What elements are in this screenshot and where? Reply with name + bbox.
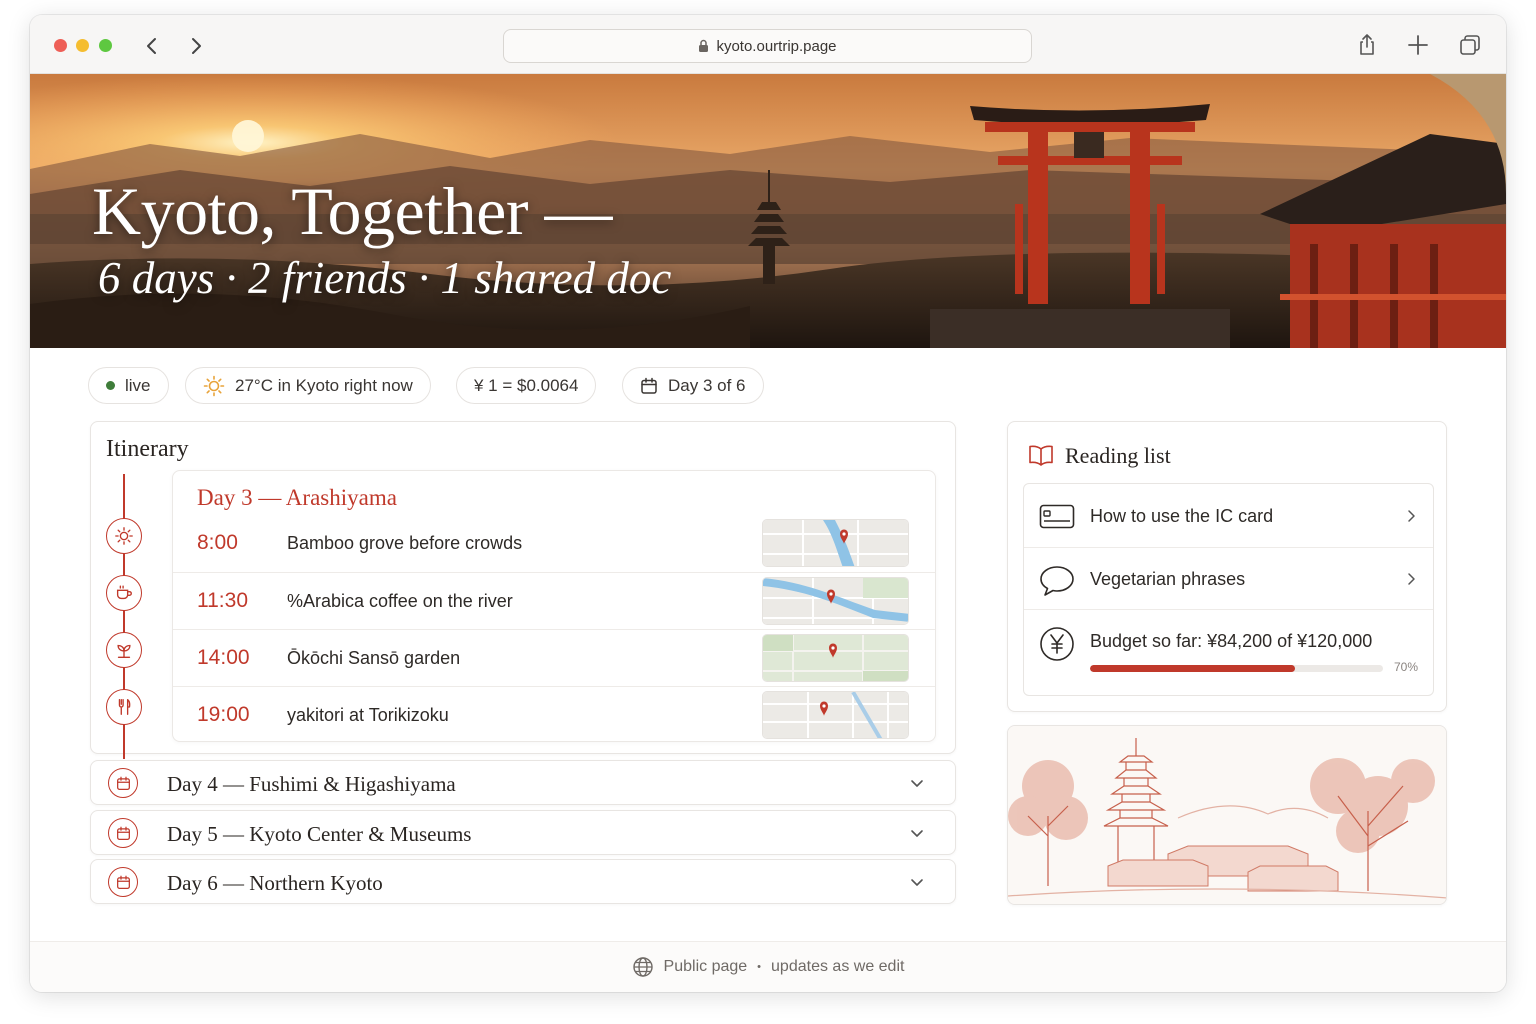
chevron-down-icon[interactable] (909, 874, 925, 890)
card-icon (1039, 504, 1075, 529)
tab-overview-icon[interactable] (1457, 32, 1483, 58)
itinerary-card: Itinerary Day 3 — Arashiyama 8:00 Bamboo… (90, 421, 956, 759)
day-6-row[interactable]: Day 6 — Northern Kyoto (90, 859, 956, 904)
itinerary-row[interactable]: 14:00 Ōkōchi Sansō garden (173, 629, 935, 686)
footer-updates-label: updates as we edit (771, 958, 905, 975)
chevron-down-icon[interactable] (909, 775, 925, 791)
hero-title: Kyoto, Together — (92, 173, 612, 249)
currency-chip: ¥ 1 = $0.0064 (456, 367, 597, 404)
itinerary-row[interactable]: 8:00 Bamboo grove before crowds (173, 515, 935, 572)
sun-icon (203, 375, 225, 396)
close-window-button[interactable] (54, 39, 67, 52)
reading-list-item[interactable]: Vegetarian phrases (1024, 548, 1433, 610)
hero-subtitle: 6 days · 2 friends · 1 shared doc (98, 253, 672, 303)
day-4-row[interactable]: Day 4 — Fushimi & Higashiyama (90, 760, 956, 805)
chevron-right-icon[interactable] (1405, 572, 1417, 586)
live-chip: live (88, 367, 169, 404)
day-3-heading: Day 3 — Arashiyama (197, 485, 397, 510)
day-progress-chip: Day 3 of 6 (622, 367, 764, 404)
reading-item-label: How to use the IC card (1090, 506, 1274, 526)
currency-label: ¥ 1 = $0.0064 (474, 375, 579, 395)
day-label: Day 4 — Fushimi & Higashiyama (167, 772, 456, 796)
itinerary-time: 8:00 (197, 531, 238, 554)
address-bar[interactable]: kyoto.ourtrip.page (503, 29, 1032, 63)
itinerary-desc: %Arabica coffee on the river (287, 591, 513, 611)
address-url: kyoto.ourtrip.page (716, 37, 837, 55)
browser-toolbar: kyoto.ourtrip.page (30, 15, 1506, 74)
budget-item: Budget so far: ¥84,200 of ¥120,000 70% (1024, 610, 1433, 696)
weather-label: 27°C in Kyoto right now (235, 375, 413, 395)
map-thumbnail[interactable] (762, 691, 909, 739)
day-label: Day 6 — Northern Kyoto (167, 871, 383, 895)
itinerary-row[interactable]: 11:30 %Arabica coffee on the river (173, 572, 935, 629)
open-book-icon (1029, 445, 1053, 466)
map-thumbnail[interactable] (762, 519, 909, 567)
back-icon[interactable] (139, 33, 165, 59)
budget-progress-fill (1090, 665, 1296, 672)
reading-list-card: Reading list How to use the IC card Vege… (1007, 421, 1447, 712)
chevron-down-icon[interactable] (909, 825, 925, 841)
pagoda-sketch-image (1008, 726, 1446, 904)
day-3-panel: Day 3 — Arashiyama 8:00 Bamboo grove bef… (172, 470, 936, 742)
chat-bubble-icon (1040, 566, 1074, 596)
forward-icon[interactable] (183, 33, 209, 59)
share-icon[interactable] (1354, 32, 1380, 58)
globe-icon (632, 957, 653, 977)
reading-list-item[interactable]: How to use the IC card (1024, 484, 1433, 548)
day-label: Day 5 — Kyoto Center & Museums (167, 822, 472, 846)
weather-chip: 27°C in Kyoto right now (185, 367, 431, 404)
live-label: live (125, 375, 151, 395)
itinerary-title: Itinerary (106, 436, 189, 462)
day-5-row[interactable]: Day 5 — Kyoto Center & Museums (90, 810, 956, 855)
browser-window: kyoto.ourtrip.page Kyoto, Together — 6 d… (30, 15, 1506, 992)
timeline-sun-icon (106, 518, 142, 554)
zoom-window-button[interactable] (99, 39, 112, 52)
calendar-icon (108, 867, 138, 897)
budget-label: Budget so far: ¥84,200 of ¥120,000 (1090, 631, 1373, 651)
itinerary-time: 14:00 (197, 646, 250, 669)
itinerary-desc: yakitori at Torikizoku (287, 705, 449, 725)
itinerary-time: 11:30 (197, 589, 248, 612)
page-footer: Public page • updates as we edit (30, 941, 1506, 992)
illustration-card (1007, 725, 1447, 905)
hero-banner: Kyoto, Together — 6 days · 2 friends · 1… (30, 74, 1506, 348)
map-thumbnail[interactable] (762, 634, 909, 682)
timeline-plant-icon (106, 632, 142, 668)
itinerary-row[interactable]: 19:00 yakitori at Torikizoku (173, 686, 935, 743)
footer-separator: • (757, 961, 762, 973)
map-thumbnail[interactable] (762, 577, 909, 625)
budget-percent: 70% (1394, 660, 1419, 674)
day-progress-label: Day 3 of 6 (668, 375, 746, 395)
reading-item-label: Vegetarian phrases (1090, 569, 1246, 589)
footer-public-label: Public page (663, 958, 748, 975)
lock-icon (699, 39, 709, 52)
new-tab-icon[interactable] (1405, 32, 1431, 58)
chevron-right-icon[interactable] (1405, 509, 1417, 523)
itinerary-time: 19:00 (197, 703, 250, 726)
calendar-icon (641, 377, 657, 394)
reading-list: How to use the IC card Vegetarian phrase… (1023, 483, 1434, 696)
calendar-icon (108, 768, 138, 798)
minimize-window-button[interactable] (76, 39, 89, 52)
yen-coin-icon (1040, 627, 1074, 661)
reading-list-title: Reading list (1065, 443, 1171, 468)
itinerary-desc: Bamboo grove before crowds (287, 533, 523, 553)
calendar-icon (108, 818, 138, 848)
live-dot-icon (106, 381, 115, 390)
itinerary-desc: Ōkōchi Sansō garden (287, 648, 461, 668)
budget-progress-bar (1090, 665, 1383, 672)
timeline-utensils-icon (106, 689, 142, 725)
timeline-coffee-icon (106, 575, 142, 611)
